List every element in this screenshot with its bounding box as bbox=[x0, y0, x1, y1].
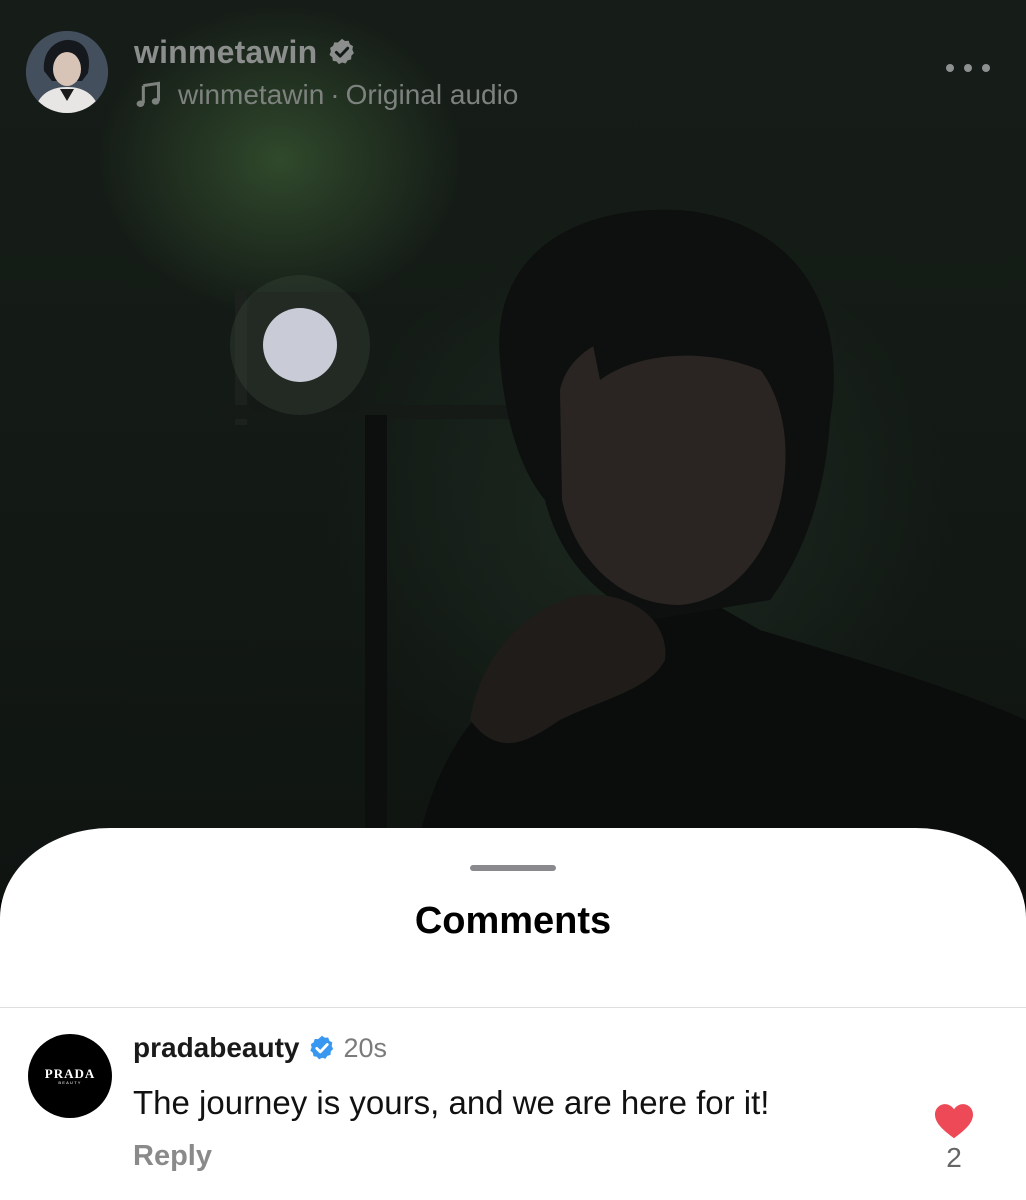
music-note-icon bbox=[136, 81, 161, 107]
audio-owner: winmetawin bbox=[178, 78, 325, 110]
divider bbox=[0, 1007, 1026, 1008]
commenter-username[interactable]: pradabeauty bbox=[133, 1032, 300, 1064]
comments-sheet: Comments PRADA BEAUTY pradabeauty 20s Th… bbox=[0, 828, 1026, 1200]
commenter-avatar[interactable]: PRADA BEAUTY bbox=[28, 1034, 112, 1118]
reply-button[interactable]: Reply bbox=[133, 1140, 212, 1173]
video-player[interactable]: winmetawin winmetawin · Original audio bbox=[0, 0, 1026, 900]
video-frame bbox=[220, 209, 1026, 900]
person-face bbox=[560, 327, 786, 605]
more-options-dot bbox=[964, 64, 972, 72]
comment-text: The journey is yours, and we are here fo… bbox=[133, 1084, 770, 1121]
author-name-row: winmetawin bbox=[134, 34, 518, 71]
audio-title: Original audio bbox=[345, 78, 519, 110]
prada-logo-text: PRADA bbox=[44, 1065, 96, 1081]
verified-badge-icon bbox=[309, 1035, 333, 1060]
app-root: winmetawin winmetawin · Original audio C… bbox=[0, 0, 1026, 1200]
comment-header: pradabeauty 20s bbox=[133, 1032, 387, 1064]
comment-item: PRADA BEAUTY pradabeauty 20s The journey… bbox=[0, 1018, 1026, 1200]
author-username[interactable]: winmetawin bbox=[134, 34, 317, 71]
lamp-bulb bbox=[263, 308, 337, 382]
audio-info[interactable]: winmetawin · Original audio bbox=[134, 79, 518, 111]
post-author-header: winmetawin winmetawin · Original audio bbox=[26, 30, 518, 114]
light-stand-pole bbox=[365, 415, 387, 835]
verified-badge-icon bbox=[329, 38, 355, 65]
comment-timestamp: 20s bbox=[343, 1032, 388, 1063]
audio-separator: · bbox=[330, 78, 340, 110]
heart-icon[interactable] bbox=[933, 1102, 975, 1140]
more-options-dot bbox=[982, 64, 990, 72]
comments-title: Comments bbox=[414, 900, 612, 942]
prada-logo-subtext: BEAUTY bbox=[58, 1079, 82, 1085]
more-options-button[interactable] bbox=[946, 54, 990, 82]
more-options-dot bbox=[946, 64, 954, 72]
sheet-grabber-handle[interactable] bbox=[470, 865, 556, 871]
author-info: winmetawin winmetawin · Original audio bbox=[134, 34, 518, 111]
like-count: 2 bbox=[946, 1142, 962, 1173]
author-avatar[interactable] bbox=[26, 31, 108, 113]
author-avatar-image bbox=[26, 31, 108, 113]
